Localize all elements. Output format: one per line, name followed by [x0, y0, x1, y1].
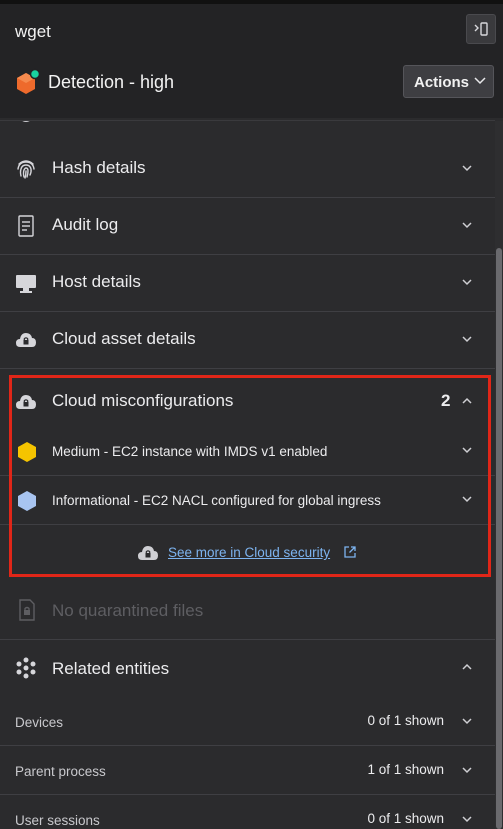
- chevron-up-icon: [462, 663, 472, 670]
- audit-log-label: Audit log: [52, 215, 119, 234]
- partial-section-icon: [22, 121, 30, 122]
- document-icon: [18, 215, 34, 237]
- chevron-down-icon: [474, 77, 486, 85]
- chevron-down-icon: [462, 279, 472, 286]
- cloud-asset-details-label: Cloud asset details: [52, 329, 196, 348]
- detection-severity-icon: [17, 68, 40, 94]
- related-entities-label: Related entities: [52, 659, 170, 678]
- detection-row: Detection - high Actions: [0, 60, 503, 104]
- fingerprint-icon: [17, 160, 35, 179]
- entity-count: 1 of 1 shown: [367, 762, 444, 777]
- actions-button[interactable]: Actions: [403, 65, 494, 98]
- title-row: wget: [0, 14, 503, 48]
- section-related-entities[interactable]: Related entities: [0, 641, 495, 697]
- detection-title: Detection - high: [48, 72, 175, 92]
- section-host-details[interactable]: Host details: [0, 255, 495, 312]
- entity-label: Devices: [15, 715, 64, 730]
- panel-header: wget Detection - high Actions: [0, 0, 503, 118]
- file-lock-icon: [19, 599, 35, 621]
- host-details-label: Host details: [52, 272, 141, 291]
- actions-label: Actions: [414, 74, 470, 91]
- entity-count: 0 of 1 shown: [367, 811, 444, 826]
- entity-row-devices[interactable]: Devices 0 of 1 shown: [0, 697, 495, 746]
- section-cloud-asset-details[interactable]: Cloud asset details: [0, 312, 495, 369]
- entity-label: User sessions: [15, 813, 100, 828]
- highlight-box: [9, 375, 491, 577]
- chevron-down-icon: [462, 718, 472, 725]
- section-divider: [0, 639, 495, 640]
- chevron-down-icon: [462, 816, 472, 823]
- entity-label: Parent process: [15, 764, 106, 779]
- cloud-lock-icon: [16, 333, 36, 347]
- hash-details-label: Hash details: [52, 158, 146, 177]
- section-hash-details[interactable]: Hash details: [0, 141, 495, 198]
- entity-count: 0 of 1 shown: [367, 713, 444, 728]
- quarantine-row: No quarantined files: [0, 583, 495, 639]
- entity-row-user-sessions[interactable]: User sessions 0 of 1 shown: [0, 795, 495, 829]
- collapse-panel-button[interactable]: [466, 14, 496, 44]
- window-title: wget: [15, 22, 51, 41]
- scrollbar-thumb[interactable]: [496, 248, 502, 829]
- collapse-panel-icon: [474, 22, 488, 36]
- chevron-down-icon: [462, 767, 472, 774]
- section-audit-log[interactable]: Audit log: [0, 198, 495, 255]
- related-entities-icon: [16, 657, 36, 679]
- chevron-down-icon: [462, 222, 472, 229]
- entity-row-parent-process[interactable]: Parent process 1 of 1 shown: [0, 746, 495, 795]
- chevron-down-icon: [462, 165, 472, 172]
- no-quarantined-files-label: No quarantined files: [52, 601, 204, 620]
- monitor-icon: [16, 275, 36, 293]
- top-border: [0, 0, 503, 4]
- chevron-down-icon: [462, 336, 472, 343]
- details-scroll-area[interactable]: Hash details Audit log Host details Clou…: [0, 121, 495, 829]
